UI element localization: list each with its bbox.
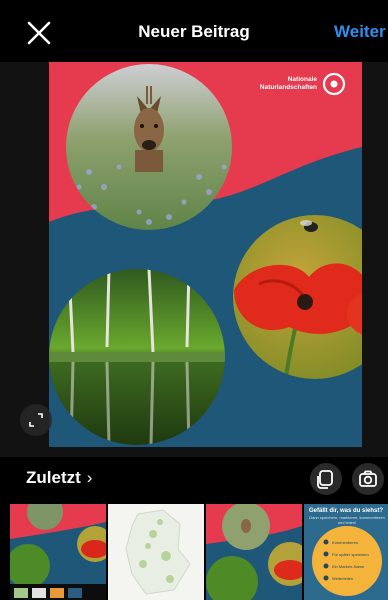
camera-icon	[359, 470, 377, 487]
page-title: Neuer Beitrag	[138, 22, 250, 41]
brand-line-1: Nationale	[288, 76, 318, 83]
survey-item: Kommentieren	[332, 540, 359, 545]
survey-subtext: Dann speichern, markieren, kommentieren …	[309, 515, 385, 525]
preview-area: Nationale Naturlandschaften	[0, 62, 388, 457]
album-selector[interactable]: Zuletzt ›	[26, 468, 92, 488]
survey-item: Ein Marken-Name	[332, 564, 365, 569]
forest-photo	[49, 269, 225, 445]
survey-item: Weiterteilen	[332, 576, 354, 581]
camera-button[interactable]	[352, 463, 384, 495]
thumb-poster-screenshot[interactable]	[10, 504, 106, 600]
multi-select-button[interactable]	[310, 463, 342, 495]
expand-icon	[29, 413, 43, 427]
next-button[interactable]: Weiter	[334, 22, 386, 42]
post-preview-image[interactable]: Nationale Naturlandschaften	[49, 62, 362, 447]
gallery-grid: Gefällt dir, was du siehst? Dann speiche…	[0, 504, 388, 600]
thumb-poster[interactable]	[206, 504, 302, 600]
brand-line-2: Naturlandschaften	[260, 84, 317, 91]
thumb-map[interactable]	[108, 504, 204, 600]
survey-item: Für später speichern	[332, 552, 369, 557]
album-label: Zuletzt	[26, 468, 81, 487]
multi-select-icon	[317, 470, 333, 489]
gallery-header: Zuletzt ›	[0, 457, 388, 501]
chevron-right-icon: ›	[86, 468, 93, 487]
expand-button[interactable]	[20, 404, 52, 436]
survey-heading: Gefällt dir, was du siehst?	[308, 508, 384, 514]
thumb-survey[interactable]: Gefällt dir, was du siehst? Dann speiche…	[304, 504, 388, 600]
top-bar: Neuer Beitrag Weiter	[0, 0, 388, 62]
